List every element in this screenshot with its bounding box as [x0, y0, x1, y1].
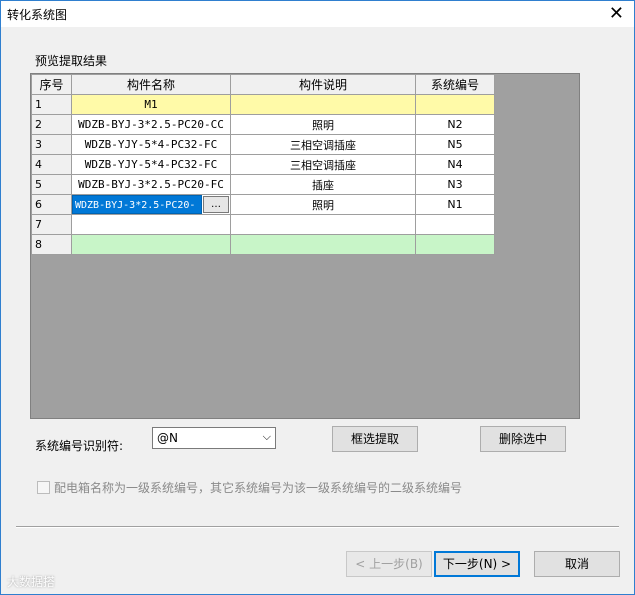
row-code[interactable]: N3 — [415, 174, 495, 195]
header-desc[interactable]: 构件说明 — [230, 74, 416, 95]
row-desc[interactable]: 三相空调插座 — [230, 154, 416, 175]
table-row[interactable]: 7 — [31, 214, 495, 235]
row-name[interactable]: WDZB-BYJ-3*2.5-PC20-FC — [71, 174, 231, 195]
header-code[interactable]: 系统编号 — [415, 74, 495, 95]
identifier-value: @N — [157, 431, 178, 445]
row-name[interactable] — [71, 214, 231, 235]
cell-edit-input[interactable]: WDZB-BYJ-3*2.5-PC20- — [72, 195, 202, 214]
footer-divider — [16, 526, 619, 528]
window-title: 转化系统图 — [7, 8, 68, 22]
secondary-code-option[interactable]: 配电箱名称为一级系统编号，其它系统编号为该一级系统编号的二级系统编号 — [37, 479, 462, 496]
secondary-code-checkbox[interactable] — [37, 481, 50, 494]
row-code[interactable] — [415, 214, 495, 235]
row-code[interactable]: N5 — [415, 134, 495, 155]
identifier-combobox[interactable]: @N ⌵ — [152, 427, 276, 449]
row-desc[interactable] — [230, 214, 416, 235]
row-name[interactable]: M1 — [71, 94, 231, 115]
preview-table: 序号 构件名称 构件说明 系统编号 1 M1 2 WDZB-BYJ-3*2.5-… — [31, 74, 495, 255]
table-row[interactable]: 4 WDZB-YJY-5*4-PC32-FC 三相空调插座 N4 — [31, 154, 495, 175]
row-desc[interactable]: 照明 — [230, 114, 416, 135]
row-index[interactable]: 4 — [31, 154, 72, 175]
row-desc[interactable]: 插座 — [230, 174, 416, 195]
row-code[interactable] — [415, 234, 495, 255]
table-row-selected[interactable]: 6 WDZB-BYJ-3*2.5-PC20- … 照明 N1 — [31, 194, 495, 215]
ellipsis-button[interactable]: … — [203, 196, 229, 213]
row-name[interactable]: WDZB-YJY-5*4-PC32-FC — [71, 154, 231, 175]
secondary-code-label: 配电箱名称为一级系统编号，其它系统编号为该一级系统编号的二级系统编号 — [54, 481, 463, 495]
cancel-button[interactable]: 取消 — [534, 551, 620, 577]
preview-section-label: 预览提取结果 — [35, 54, 108, 68]
header-name[interactable]: 构件名称 — [71, 74, 231, 95]
identifier-label: 系统编号识别符: — [35, 439, 124, 453]
row-index[interactable]: 7 — [31, 214, 72, 235]
header-index[interactable]: 序号 — [31, 74, 72, 95]
table-row[interactable]: 3 WDZB-YJY-5*4-PC32-FC 三相空调插座 N5 — [31, 134, 495, 155]
chevron-down-icon[interactable]: ⌵ — [263, 430, 271, 444]
table-row[interactable]: 1 M1 — [31, 94, 495, 115]
row-name[interactable]: WDZB-BYJ-3*2.5-PC20-CC — [71, 114, 231, 135]
watermark-logo: 大数据搭 — [7, 575, 56, 589]
row-name[interactable] — [71, 234, 231, 255]
prev-button[interactable]: < 上一步(B) — [346, 551, 432, 577]
cell-editor: WDZB-BYJ-3*2.5-PC20- … — [72, 195, 230, 214]
row-code[interactable]: N1 — [415, 194, 495, 215]
header-row: 序号 构件名称 构件说明 系统编号 — [31, 74, 495, 95]
next-button[interactable]: 下一步(N) > — [434, 551, 520, 577]
row-index[interactable]: 8 — [31, 234, 72, 255]
title-bar: 转化系统图 ✕ — [1, 1, 634, 27]
row-desc[interactable]: 照明 — [230, 194, 416, 215]
close-icon[interactable]: ✕ — [609, 3, 624, 24]
convert-system-dialog: 转化系统图 ✕ 预览提取结果 序号 构件名称 构件说明 系统编号 1 M1 2 … — [0, 0, 635, 595]
table-row[interactable]: 5 WDZB-BYJ-3*2.5-PC20-FC 插座 N3 — [31, 174, 495, 195]
frame-extract-button[interactable]: 框选提取 — [332, 426, 418, 452]
row-code[interactable]: N4 — [415, 154, 495, 175]
row-index[interactable]: 1 — [31, 94, 72, 115]
row-index[interactable]: 5 — [31, 174, 72, 195]
row-index[interactable]: 2 — [31, 114, 72, 135]
row-index[interactable]: 6 — [31, 194, 72, 215]
row-desc[interactable]: 三相空调插座 — [230, 134, 416, 155]
row-name[interactable]: WDZB-YJY-5*4-PC32-FC — [71, 134, 231, 155]
table-row[interactable]: 2 WDZB-BYJ-3*2.5-PC20-CC 照明 N2 — [31, 114, 495, 135]
row-index[interactable]: 3 — [31, 134, 72, 155]
preview-grid[interactable]: 序号 构件名称 构件说明 系统编号 1 M1 2 WDZB-BYJ-3*2.5-… — [30, 73, 580, 419]
row-desc[interactable] — [230, 94, 416, 115]
row-code[interactable]: N2 — [415, 114, 495, 135]
row-name-editor[interactable]: WDZB-BYJ-3*2.5-PC20- … — [71, 194, 231, 215]
row-desc[interactable] — [230, 234, 416, 255]
row-code[interactable] — [415, 94, 495, 115]
delete-selected-button[interactable]: 删除选中 — [480, 426, 566, 452]
table-row[interactable]: 8 — [31, 234, 495, 255]
